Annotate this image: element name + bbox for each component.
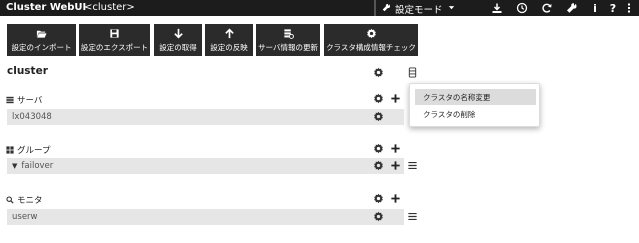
export-config-button[interactable]: 設定のエクスポート: [79, 24, 150, 56]
search-icon: [6, 196, 14, 204]
gear-icon[interactable]: [373, 211, 384, 222]
group-name: failover: [21, 161, 54, 171]
caret-down-icon[interactable]: ▼: [12, 162, 17, 170]
export-config-label: 設定のエクスポート: [80, 42, 149, 52]
gear-icon[interactable]: [373, 160, 384, 171]
servers-header: サーバ: [6, 94, 42, 106]
gear-icon[interactable]: [373, 193, 384, 204]
groups-title: グループ: [17, 146, 51, 156]
refresh-icon[interactable]: [541, 2, 553, 14]
rename-cluster-menu-item[interactable]: クラスタの名称変更: [415, 89, 536, 105]
hamburger-menu-icon[interactable]: [407, 211, 418, 222]
download-icon[interactable]: [491, 2, 503, 14]
get-config-button[interactable]: 設定の取得: [154, 24, 202, 56]
groups-header: グループ: [6, 144, 51, 156]
mode-divider: [374, 0, 376, 16]
add-resource-icon[interactable]: [390, 160, 401, 171]
get-config-label: 設定の取得: [159, 42, 197, 52]
hamburger-menu-icon[interactable]: [407, 160, 418, 171]
list-item[interactable]: userw: [7, 209, 404, 225]
gear-icon[interactable]: [373, 93, 384, 104]
server-name: lx043048: [12, 112, 52, 122]
info-icon[interactable]: i: [589, 2, 601, 15]
cluster-config-check-label: クラスタ構成情報チェック: [326, 42, 416, 52]
delete-cluster-label: クラスタの削除: [423, 109, 476, 119]
mode-label: 設定モード: [395, 5, 443, 16]
cluster-name: cluster: [7, 65, 48, 77]
apply-config-button[interactable]: 設定の反映: [205, 24, 253, 56]
arrow-down-icon: [173, 28, 183, 39]
add-server-icon[interactable]: [390, 93, 401, 104]
gear-icon: [366, 28, 376, 38]
caret-down-icon: [447, 3, 456, 15]
update-server-info-label: サーバ情報の更新: [258, 42, 318, 52]
arrow-up-icon: [224, 27, 234, 38]
app-title: Cluster WebUI: [6, 2, 87, 13]
grid-icon: [6, 146, 14, 154]
apply-config-label: 設定の反映: [210, 42, 248, 52]
monitor-name: userw: [12, 212, 38, 222]
monitors-header: モニタ: [6, 194, 43, 206]
list-item[interactable]: ▼ failover: [7, 158, 404, 174]
wrench-icon[interactable]: [566, 2, 578, 14]
help-icon[interactable]: ?: [607, 2, 619, 15]
add-group-icon[interactable]: [390, 143, 401, 154]
mode-selector[interactable]: 設定モード: [382, 2, 456, 16]
server-refresh-icon: [283, 28, 294, 39]
gear-icon[interactable]: [373, 143, 384, 154]
update-server-info-button[interactable]: サーバ情報の更新: [256, 24, 320, 56]
monitors-title: モニタ: [17, 196, 43, 206]
top-bar: Cluster WebUI <cluster> 設定モード i ?: [0, 0, 639, 16]
delete-cluster-menu-item[interactable]: クラスタの削除: [415, 106, 536, 122]
list-item[interactable]: lx043048: [7, 109, 404, 125]
gear-icon[interactable]: [373, 67, 384, 78]
database-icon[interactable]: [407, 67, 418, 78]
servers-title: サーバ: [17, 96, 43, 106]
server-list-icon: [6, 96, 14, 104]
folder-open-icon: [36, 30, 47, 38]
rename-cluster-label: クラスタの名称変更: [423, 92, 491, 102]
menu-icon[interactable]: [623, 2, 635, 14]
save-icon: [110, 28, 119, 38]
clock-icon[interactable]: [516, 2, 528, 14]
add-monitor-icon[interactable]: [390, 193, 401, 204]
cluster-tag: <cluster>: [84, 2, 135, 13]
import-config-button[interactable]: 設定のインポート: [7, 24, 76, 56]
cluster-config-check-button[interactable]: クラスタ構成情報チェック: [324, 24, 418, 56]
wrench-icon: [382, 3, 391, 15]
import-config-label: 設定のインポート: [11, 42, 72, 52]
cluster-context-menu: クラスタの名称変更 クラスタの削除: [409, 83, 540, 127]
gear-icon[interactable]: [373, 111, 384, 122]
